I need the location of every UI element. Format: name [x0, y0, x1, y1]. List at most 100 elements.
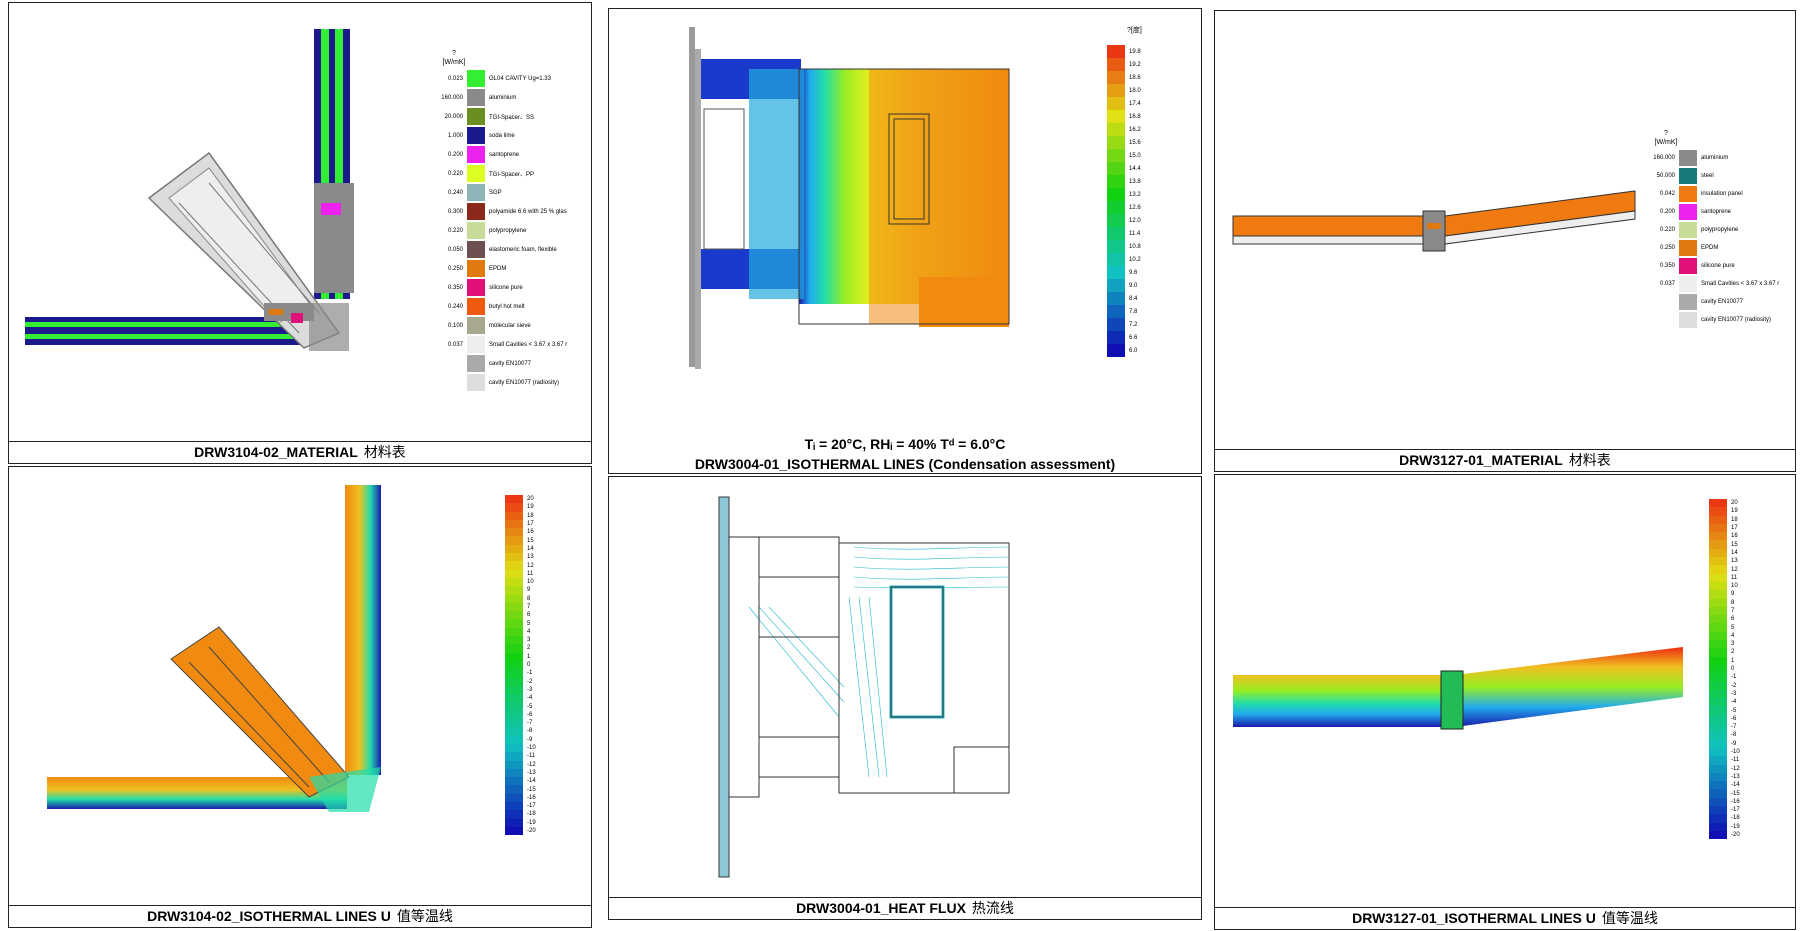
scale-label: 18.0	[1129, 87, 1141, 94]
scale-step: -19	[1709, 822, 1740, 831]
panel-caption: DRW3104-02_ISOTHERMAL LINES U 值等温线	[9, 905, 591, 927]
scale-swatch	[505, 727, 523, 736]
scale-label: 10	[527, 579, 534, 586]
scale-step: 13	[505, 553, 536, 562]
material-name: polyamide 6.6 with 25 % glas	[489, 208, 567, 215]
scale-swatch	[505, 519, 523, 529]
scale-label: -5	[527, 703, 533, 710]
scale-swatch	[1709, 689, 1727, 699]
scale-swatch	[1107, 344, 1125, 357]
scale-step: 13	[1709, 557, 1740, 566]
legend-row: 0.220 TGI-Spacer、PP	[439, 164, 589, 183]
scale-step: 19.2	[1107, 58, 1141, 71]
scale-swatch	[1107, 292, 1125, 305]
scale-step: 17	[505, 519, 536, 529]
legend-row: 0.220 polypropylene	[1651, 221, 1791, 239]
scale-swatch	[505, 677, 523, 686]
scale-swatch	[505, 528, 523, 537]
scale-step: 1	[505, 652, 536, 661]
scale-swatch	[1107, 240, 1125, 253]
material-conductivity: 0.023	[447, 75, 463, 82]
scale-label: 10.8	[1129, 243, 1141, 250]
scale-step: 0	[1709, 664, 1740, 674]
scale-step: -18	[1709, 814, 1740, 823]
scale-step: -10	[1709, 747, 1740, 757]
scale-label: 19.8	[1129, 48, 1141, 55]
scale-step: 8	[1709, 598, 1740, 607]
scale-step: 12	[1709, 565, 1740, 574]
material-swatch	[467, 241, 485, 258]
temperature-scale: 19.8 19.2 18.6 18.0 17.4 16.8 16.2 15.6 15.0 14.4…	[1107, 45, 1141, 357]
scale-swatch	[505, 669, 523, 678]
scale-step: -19	[505, 818, 536, 827]
scale-swatch	[505, 793, 523, 802]
material-conductivity: 20.000	[444, 113, 463, 120]
scale-step: 3	[505, 636, 536, 645]
scale-step: 7	[1709, 606, 1740, 616]
scale-label: 1	[1731, 657, 1735, 664]
scale-step: -16	[1709, 797, 1740, 806]
material-swatch	[467, 298, 485, 315]
scale-label: 18	[1731, 516, 1738, 523]
material-name: cavity EN10077	[1701, 299, 1744, 305]
scale-swatch	[1107, 71, 1125, 84]
scale-label: 16.2	[1129, 126, 1141, 133]
scale-label: 5	[1731, 624, 1735, 631]
material-conductivity: 160.000	[1653, 155, 1675, 161]
scale-label: 14	[527, 545, 534, 552]
scale-swatch	[1107, 97, 1125, 110]
scale-swatch	[1709, 797, 1727, 806]
scale-step: 16.8	[1107, 110, 1141, 123]
scale-swatch	[505, 694, 523, 703]
scale-swatch	[1709, 731, 1727, 740]
material-legend: 160.000 aluminium 50.000 steel 0.042 insulati…	[1651, 149, 1791, 329]
material-swatch	[1679, 204, 1697, 220]
scale-label: 16	[527, 529, 534, 536]
scale-label: 6	[1731, 616, 1735, 623]
panel-drw3004-heatflux: DRW3004-01_HEAT FLUX 热流线	[608, 476, 1202, 920]
material-legend: 0.023 GL04 CAVITY Ug=1.33 160.000 aluminium…	[439, 69, 589, 392]
material-conductivity: 0.100	[447, 322, 463, 329]
scale-swatch	[505, 760, 523, 769]
scale-swatch	[1107, 201, 1125, 214]
caption-code: DRW3104-02_MATERIAL	[194, 444, 358, 460]
material-name: silicone pure	[1701, 263, 1735, 269]
scale-label: -2	[527, 678, 533, 685]
scale-label: 4	[1731, 632, 1735, 639]
scale-label: -9	[527, 736, 533, 743]
material-name: Small Cavities < 3.67 x 3.67 r	[489, 341, 568, 348]
scale-step: -20	[505, 826, 536, 836]
scale-swatch	[1107, 45, 1125, 58]
material-conductivity: 0.300	[447, 208, 463, 215]
scale-swatch	[1709, 606, 1727, 616]
scale-swatch	[1709, 515, 1727, 524]
scale-step: -11	[505, 752, 536, 761]
panel-drw3104-material: ? [W/mK] 0.023 GL04 CAVITY Ug=1.33 160.000…	[8, 2, 592, 464]
scale-swatch	[1709, 739, 1727, 748]
scale-step: 15.6	[1107, 136, 1141, 149]
scale-step: -9	[1709, 739, 1740, 748]
caption-code: DRW3127-01_ISOTHERMAL LINES U	[1352, 910, 1596, 926]
caption-cn: 值等温线	[396, 909, 453, 925]
panel-caption: DRW3127-01_ISOTHERMAL LINES U 值等温线	[1215, 907, 1795, 929]
legend-row: 0.220 polypropylene	[439, 221, 589, 240]
scale-label: 11.4	[1129, 230, 1141, 237]
scale-label: -10	[1731, 749, 1740, 756]
material-name: EPDM	[1701, 245, 1719, 251]
material-name: santoprene	[1701, 209, 1732, 215]
scale-swatch	[1709, 814, 1727, 823]
scale-step: 19	[1709, 507, 1740, 516]
scale-label: 7	[527, 604, 531, 610]
legend-unit: [W/mK]	[1654, 139, 1678, 146]
scale-step: -8	[505, 727, 536, 736]
scale-step: 16	[505, 528, 536, 537]
scale-step: -5	[1709, 706, 1740, 715]
scale-step: 7	[505, 602, 536, 612]
material-conductivity: 0.220	[447, 170, 463, 177]
scale-label: 0	[1731, 666, 1735, 673]
scale-label: -2	[1731, 682, 1737, 689]
scale-swatch	[505, 743, 523, 753]
scale-swatch	[1107, 175, 1125, 188]
caption-cn: 材料表	[1568, 453, 1611, 469]
scale-step: 11	[505, 569, 536, 578]
